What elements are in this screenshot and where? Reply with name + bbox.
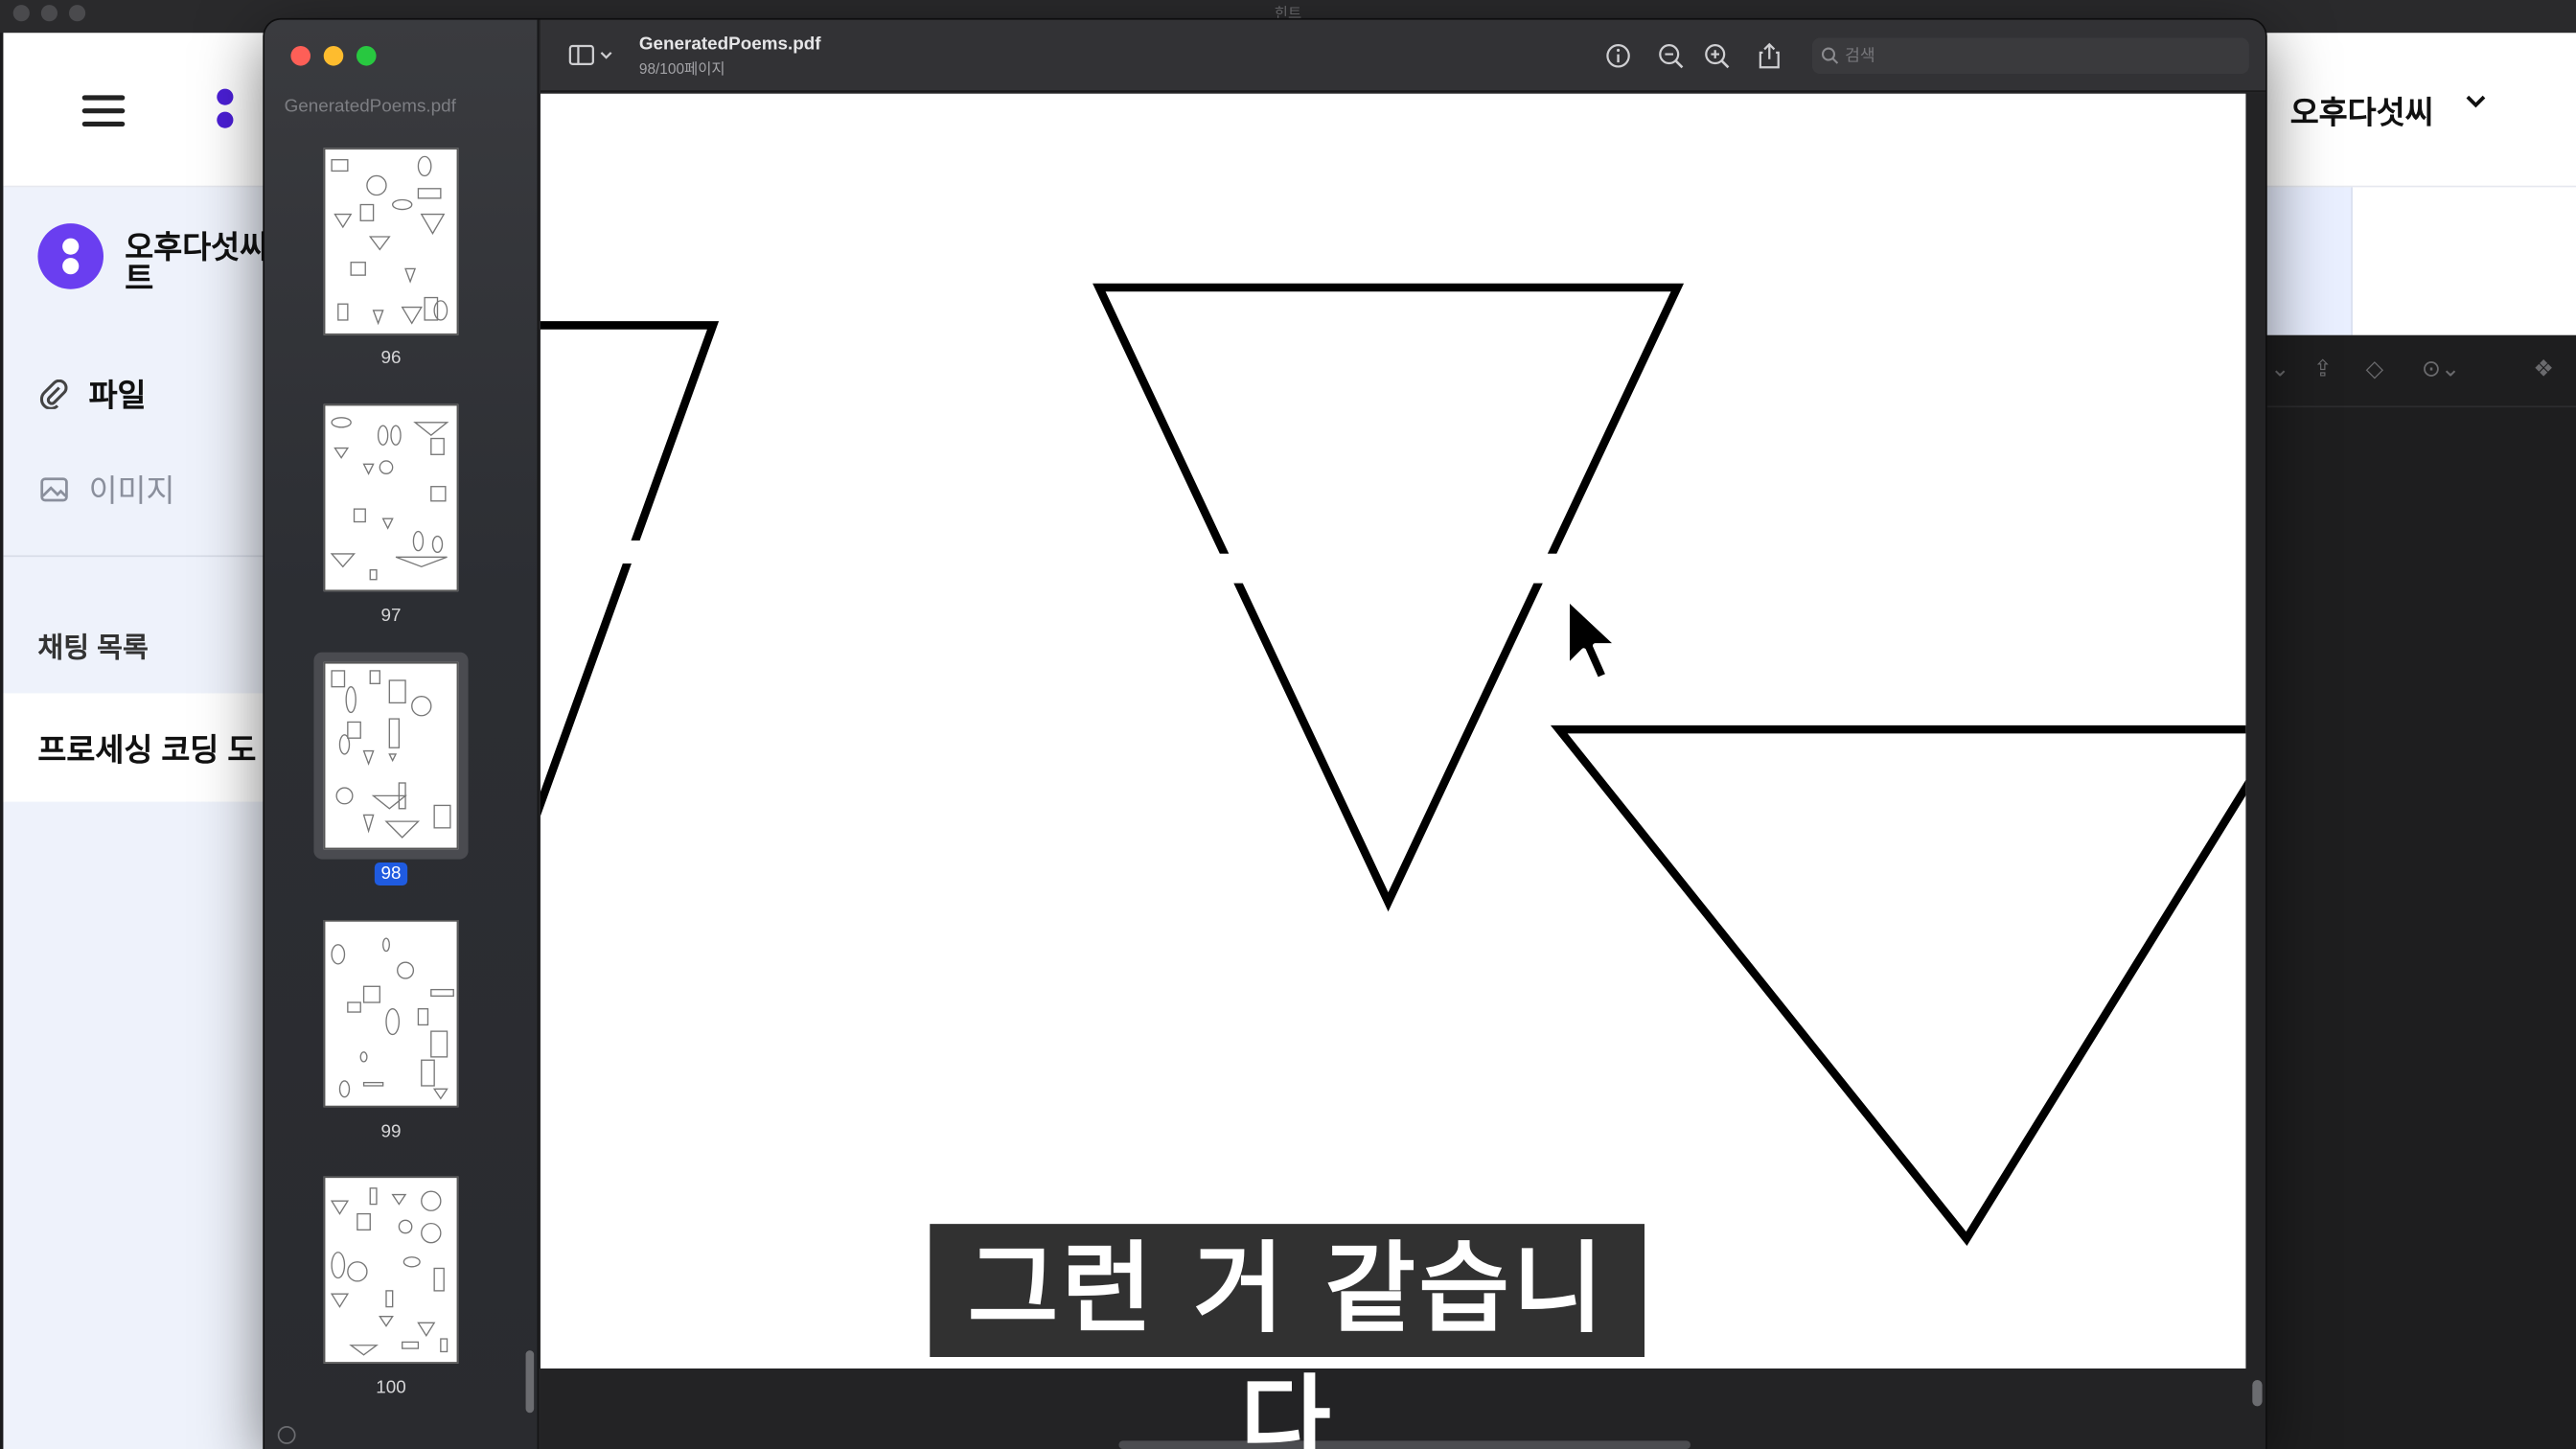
chevron-down-icon[interactable] [2464, 89, 2487, 122]
chat-list-item[interactable]: 프로세싱 코딩 도 [3, 693, 283, 802]
thumbnail-page-number: 96 [380, 348, 402, 368]
menu-icon[interactable] [81, 95, 126, 127]
search-field[interactable] [1811, 37, 2249, 75]
share-icon[interactable]: ⇪ [2313, 355, 2333, 382]
page-status: 98/100페이지 [638, 60, 725, 78]
page-thumbnail[interactable] [323, 403, 459, 592]
close-button[interactable] [290, 46, 310, 66]
page-thumbnail-selected[interactable] [323, 661, 459, 850]
pdf-page [540, 93, 2246, 1369]
page-thumbnail[interactable] [323, 1176, 459, 1364]
workspace-avatar[interactable] [37, 223, 104, 289]
paperclip-icon [39, 378, 69, 409]
add-icon[interactable] [277, 1426, 296, 1444]
white-gap [610, 540, 643, 564]
minimize-button[interactable] [323, 46, 344, 66]
share-icon[interactable] [1753, 39, 1785, 72]
horizontal-scrollbar[interactable] [1118, 1440, 1690, 1449]
video-subtitle: 그런 거 같습니다 [930, 1224, 1644, 1449]
thumbnail-scrollbar[interactable] [525, 1350, 535, 1414]
more-icon[interactable]: ⊙⌄ [2422, 355, 2460, 382]
document-title: GeneratedPoems.pdf [638, 34, 821, 55]
vertical-scrollbar[interactable] [2252, 1380, 2263, 1407]
search-input[interactable] [1845, 42, 2240, 69]
right-panel-header [2264, 187, 2576, 335]
mouse-cursor-icon [1564, 595, 1630, 690]
white-gap [1206, 553, 1246, 584]
zoom-in-icon[interactable] [1700, 39, 1733, 72]
thumbnail-sidebar: GeneratedPoems.pdf 96 97 98 99 100 [264, 19, 540, 1449]
viewer-toolbar: GeneratedPoems.pdf 98/100페이지 [540, 19, 2266, 93]
sidebar-item-label: 이미지 [88, 474, 175, 510]
screen: 힌트 오후다섯씨 오후다섯씨 트 파일 이미지 채팅 목록 프로세싱 코딩 도 … [0, 0, 2576, 1449]
chat-list-heading: 채팅 목록 [37, 632, 149, 664]
info-icon[interactable] [1601, 39, 1634, 72]
sidebar-toggle-icon[interactable] [566, 39, 615, 72]
user-name[interactable]: 오후다섯씨 [2290, 89, 2434, 133]
right-dark-panel: ⌄ ⇪ ◇ ⊙⌄ ❖ [2264, 334, 2576, 1449]
thumbnail-page-number-selected: 98 [264, 862, 518, 886]
dropbox-icon[interactable]: ❖ [2533, 355, 2554, 382]
sidebar-filename: GeneratedPoems.pdf [284, 97, 456, 117]
triangle-shape [540, 321, 720, 816]
dark-toolbar: ⌄ ⇪ ◇ ⊙⌄ ❖ [2264, 335, 2576, 408]
thumbnail-page-number: 99 [380, 1121, 402, 1142]
thumbnail-page-number: 100 [376, 1378, 406, 1398]
sidebar-item-image[interactable]: 이미지 [39, 467, 174, 511]
chevron-down-icon[interactable]: ⌄ [2270, 355, 2289, 382]
thumbnail-page-number: 97 [380, 606, 402, 627]
page-thumbnail[interactable] [323, 148, 459, 335]
triangle-shape [1550, 724, 2246, 1246]
search-icon [1821, 47, 1839, 64]
app-sidebar: 오후다섯씨 트 파일 이미지 채팅 목록 프로세싱 코딩 도 [3, 187, 283, 1449]
window-controls [290, 46, 377, 66]
divider [3, 555, 283, 558]
sidebar-item-file[interactable]: 파일 [39, 371, 147, 415]
white-gap [1519, 553, 1559, 584]
logo-icon[interactable] [217, 88, 234, 135]
page-drawing [540, 283, 2246, 1246]
zoom-out-icon[interactable] [1654, 39, 1687, 72]
zoom-button[interactable] [356, 46, 377, 66]
tag-icon[interactable]: ◇ [2366, 355, 2383, 382]
inactive-window-controls [12, 5, 86, 22]
sidebar-item-label: 파일 [88, 380, 147, 414]
image-icon [39, 474, 69, 504]
page-thumbnail[interactable] [323, 920, 459, 1108]
